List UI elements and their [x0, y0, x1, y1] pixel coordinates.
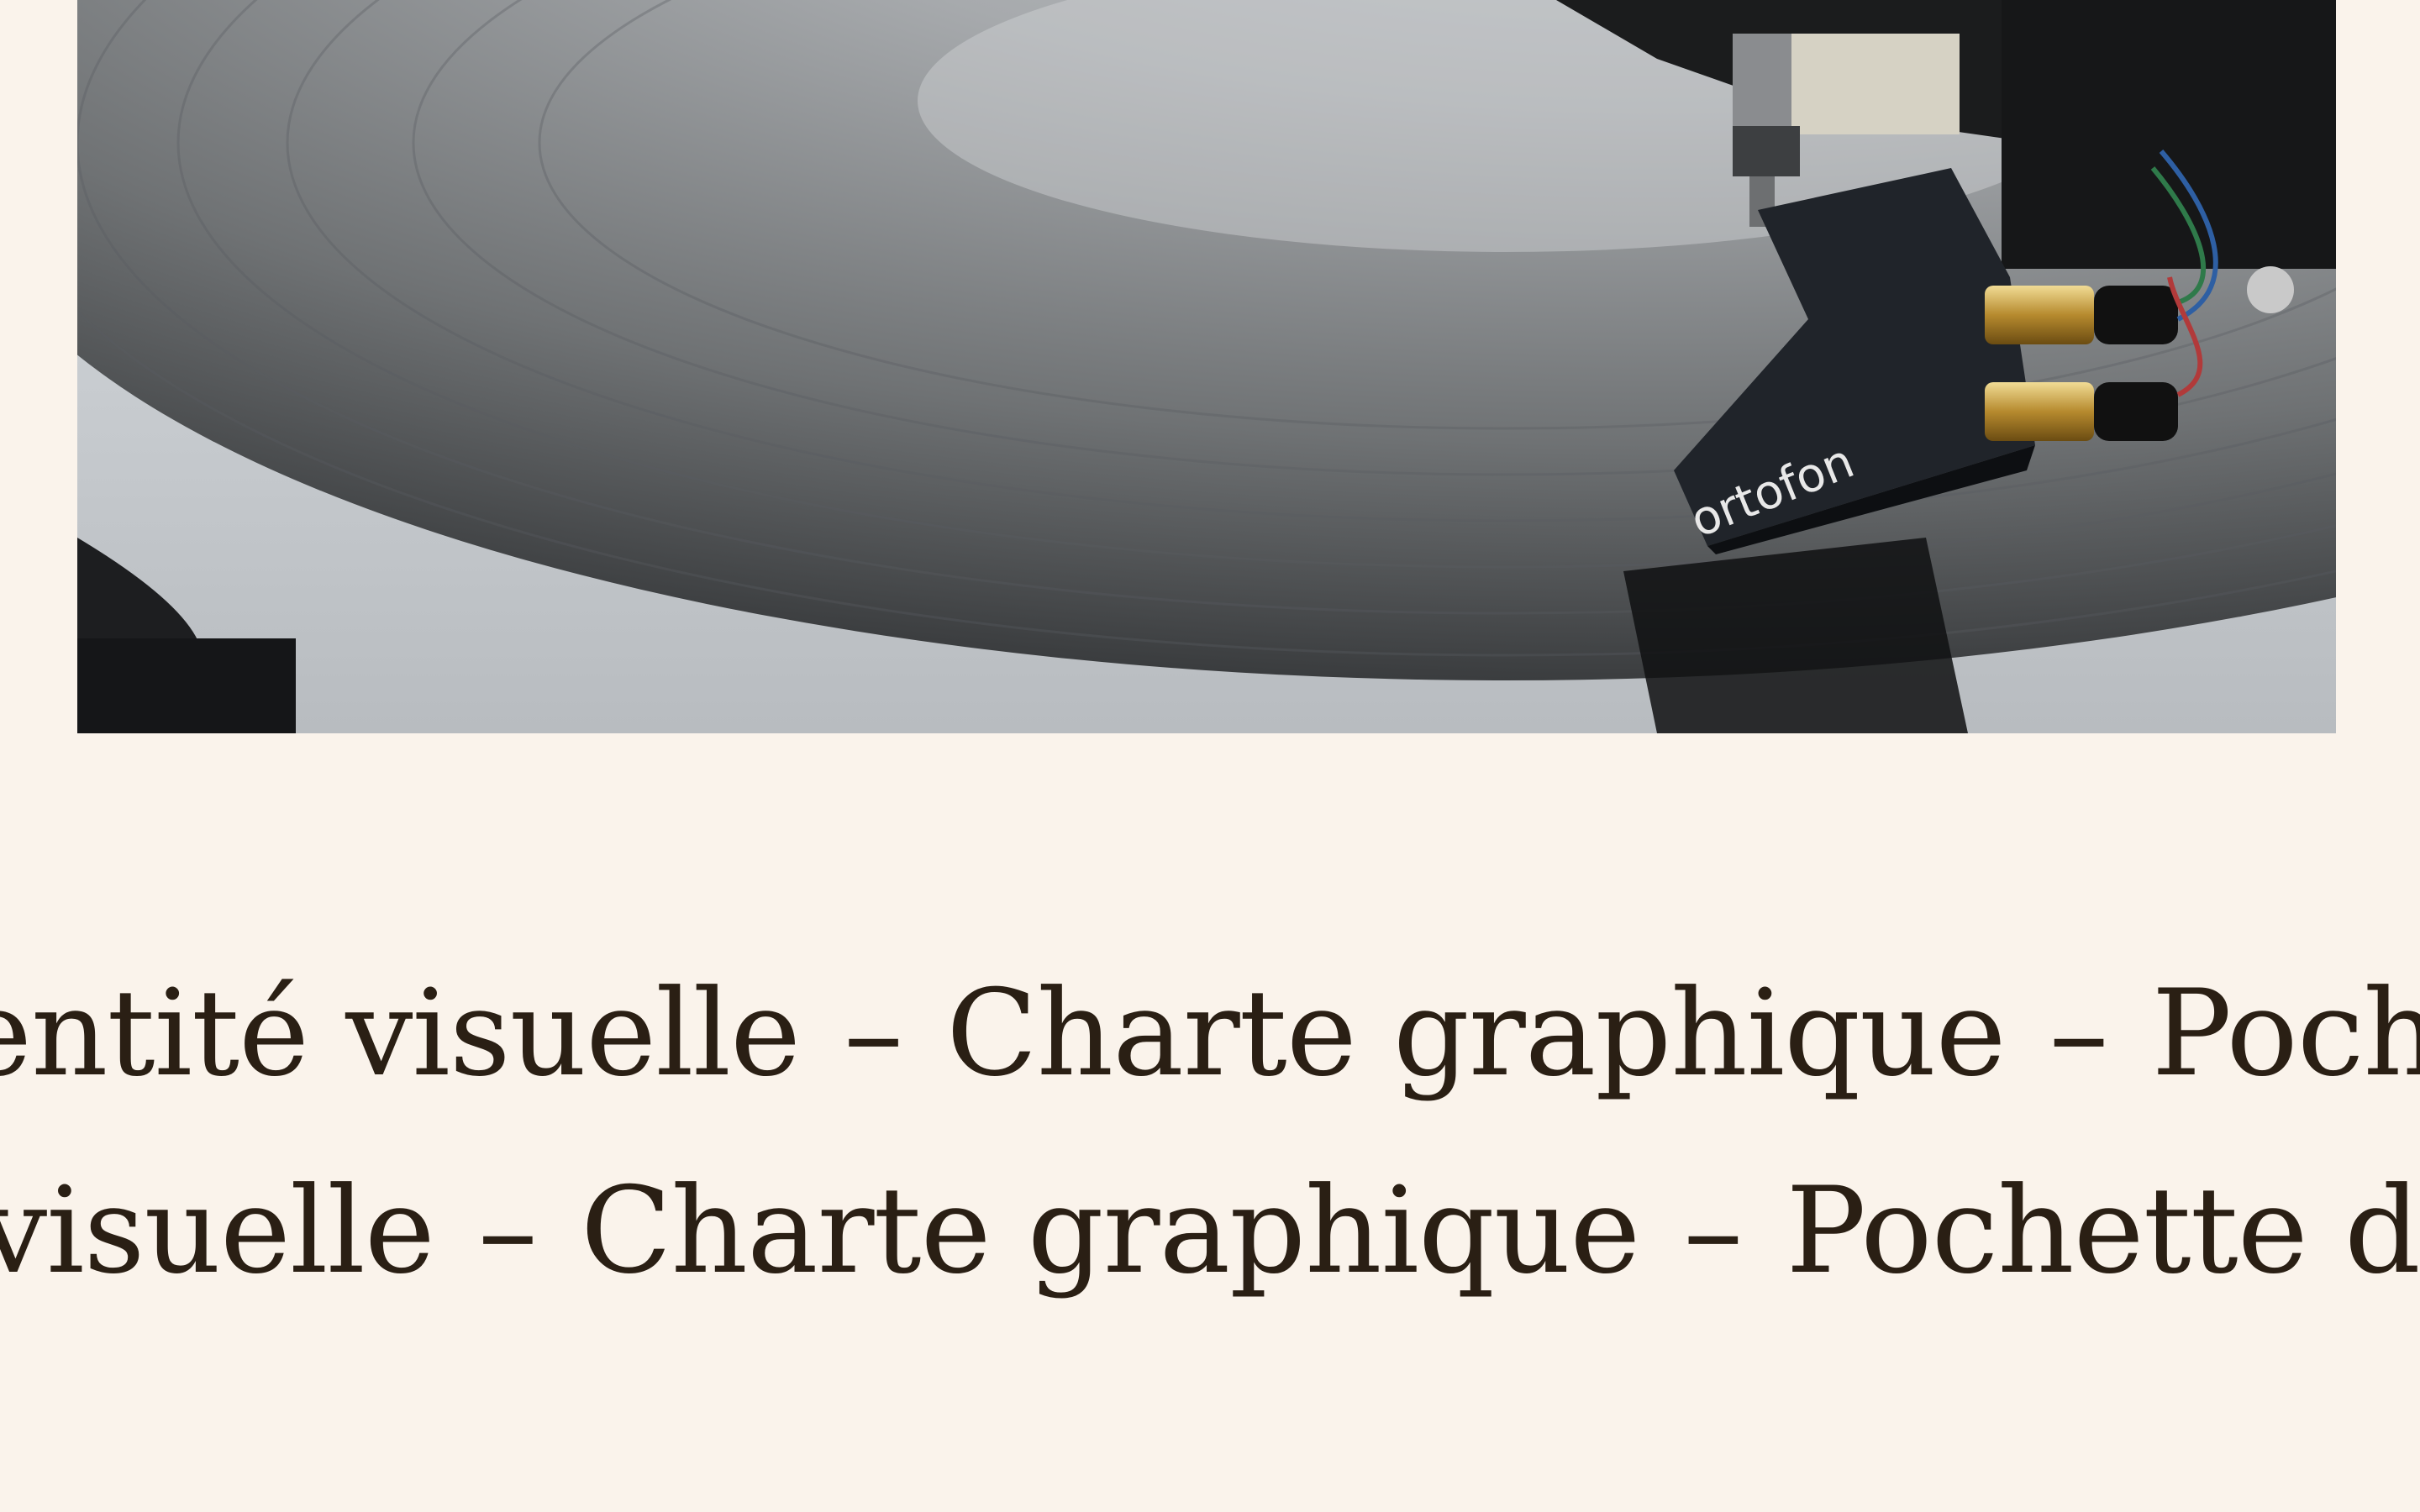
marquee-item: Charte graphique	[580, 1172, 1640, 1300]
marquee-separator: –	[1683, 1172, 1743, 1300]
marquee-separator: –	[844, 974, 903, 1103]
services-marquee-row-1: entité visuelle–Charte graphique–Pochett…	[0, 974, 2420, 1117]
marquee-separator: –	[2049, 974, 2109, 1103]
turntable-illustration: ortofon	[77, 0, 2336, 733]
marquee-item: Pochette d'album	[1786, 1172, 2420, 1300]
marquee-item: entité visuelle	[0, 974, 801, 1103]
marquee-separator: –	[477, 1172, 538, 1300]
hero-image: ortofon	[77, 0, 2336, 733]
marquee-item: visuelle	[0, 1172, 435, 1300]
marquee-item: Charte graphique	[946, 974, 2006, 1103]
marquee-item: Pochette d'	[2151, 974, 2420, 1103]
services-marquee-row-2: visuelle–Charte graphique–Pochette d'alb…	[0, 1172, 2420, 1315]
page: ortofon entité visuelle – Charte graphique…	[0, 0, 2420, 1512]
